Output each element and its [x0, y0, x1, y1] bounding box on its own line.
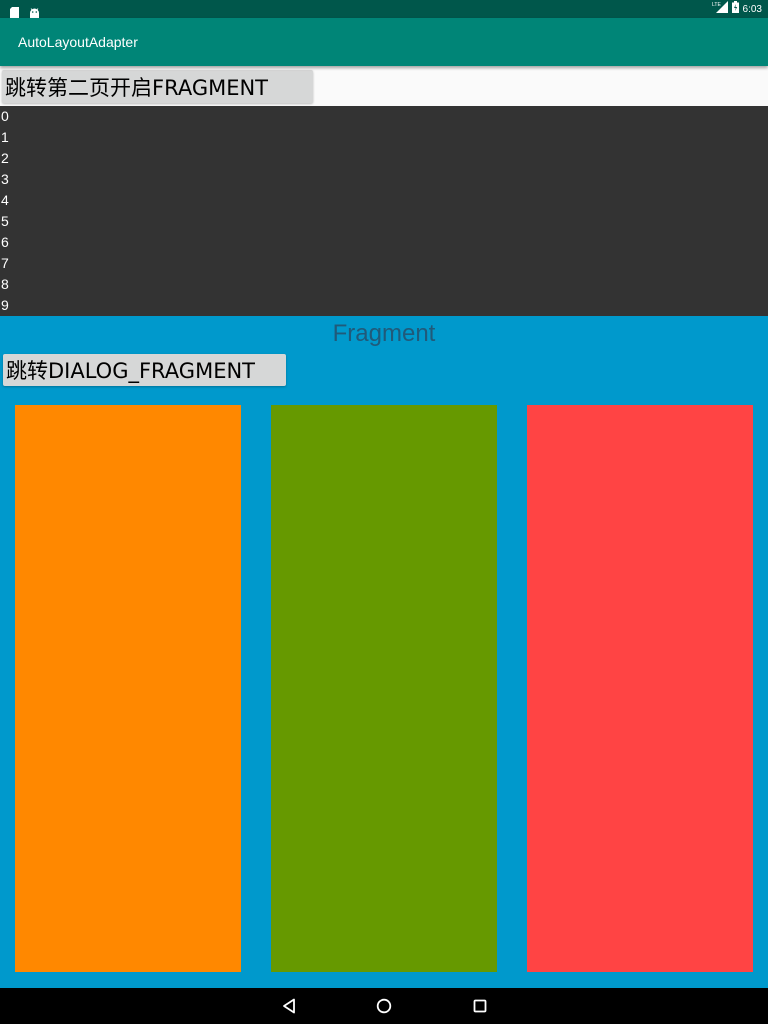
fragment-title: Fragment — [332, 320, 436, 347]
open-dialog-fragment-button[interactable]: 跳转DIALOG_FRAGMENT — [3, 354, 286, 386]
list-item[interactable]: 7 — [0, 253, 768, 274]
orange-box — [15, 405, 241, 972]
status-right-icons: LTE 6:03 — [712, 1, 762, 19]
open-second-page-button[interactable]: 跳转第二页开启FRAGMENT — [2, 70, 313, 103]
list-item[interactable]: 5 — [0, 211, 768, 232]
list-item[interactable]: 4 — [0, 190, 768, 211]
battery-icon — [731, 1, 739, 19]
main-content: 跳转第二页开启FRAGMENT 0 1 2 3 4 5 6 7 8 9 Frag… — [0, 66, 768, 988]
app-title: AutoLayoutAdapter — [18, 34, 138, 50]
green-box — [271, 405, 497, 972]
status-time: 6:03 — [742, 4, 762, 15]
list-item[interactable]: 0 — [0, 106, 768, 127]
app-bar: AutoLayoutAdapter — [0, 18, 768, 66]
recents-icon[interactable] — [470, 996, 490, 1016]
list-item[interactable]: 9 — [0, 295, 768, 316]
status-bar: LTE 6:03 — [0, 0, 768, 18]
list-item[interactable]: 3 — [0, 169, 768, 190]
back-icon[interactable] — [279, 996, 299, 1016]
navigation-bar — [0, 988, 768, 1024]
home-icon[interactable] — [374, 996, 394, 1016]
list-item[interactable]: 2 — [0, 148, 768, 169]
number-list[interactable]: 0 1 2 3 4 5 6 7 8 9 — [0, 106, 768, 316]
fragment-container: Fragment 跳转DIALOG_FRAGMENT — [0, 316, 768, 988]
list-item[interactable]: 6 — [0, 232, 768, 253]
red-box — [527, 405, 753, 972]
signal-icon: LTE — [712, 1, 728, 19]
network-type-label: LTE — [712, 2, 721, 8]
list-item[interactable]: 1 — [0, 127, 768, 148]
list-item[interactable]: 8 — [0, 274, 768, 295]
